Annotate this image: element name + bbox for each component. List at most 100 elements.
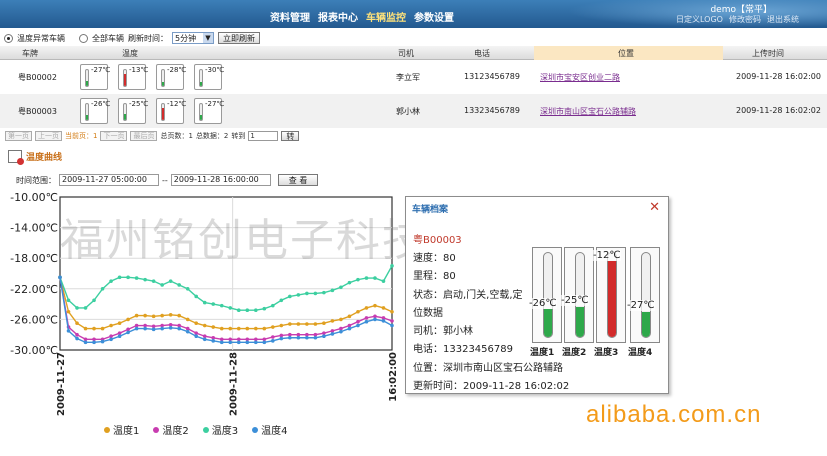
page-number-input[interactable]: 1 (248, 131, 279, 141)
data-point (313, 291, 318, 296)
table-row[interactable]: 粤B00002 -27℃ -13℃ -28℃ -30℃ 李立军 13123456… (0, 60, 827, 94)
thermometer-label: 温度4 (628, 348, 653, 358)
thermometer-label: 温度1 (530, 348, 555, 358)
location-link[interactable]: 深圳市南山区宝石公路辅路 (540, 106, 636, 117)
data-point (126, 317, 130, 322)
popup-mileage: 里程：80 (413, 271, 456, 282)
data-point (168, 313, 173, 317)
filter-toolbar: 温度异常车辆 全部车辆 刷新时间： 5分钟 ▼ 立即刷新 (4, 31, 260, 45)
popup-status: 状态：启动,门关,空载,定 (413, 290, 523, 301)
thermometer-label: 温度3 (594, 348, 619, 358)
data-point (66, 309, 71, 314)
refresh-interval-select[interactable]: 5分钟 ▼ (172, 32, 214, 44)
vehicle-info-popup: 车辆档案 ✕ 粤B00003 速度：80 里程：80 状态：启动,门关,空载,定… (405, 196, 669, 394)
data-point (117, 334, 122, 339)
data-point (202, 300, 207, 305)
temp-gauge: -28℃ (156, 64, 186, 90)
thermometer: -12℃ (593, 247, 626, 343)
location-link[interactable]: 深圳市宝安区创业二路 (540, 72, 620, 83)
close-icon[interactable]: ✕ (649, 200, 660, 215)
table-row[interactable]: 粤B00003 -26℃ -25℃ -12℃ -27℃ 郭小林 13323456… (0, 94, 827, 128)
data-point (66, 329, 71, 333)
data-point (296, 332, 301, 337)
data-point (109, 334, 113, 339)
next-page-button[interactable]: 下一页 (100, 131, 128, 141)
nav-item-parameter-settings[interactable]: 参数设置 (414, 9, 454, 24)
legend-item[interactable]: 温度1 (104, 422, 139, 437)
data-point (66, 298, 71, 303)
data-point (228, 337, 233, 342)
last-page-button[interactable]: 最后页 (130, 131, 158, 141)
legend-item[interactable]: 温度3 (202, 422, 238, 437)
legend-dot-icon (153, 426, 160, 433)
user-links: 日定义LOGO 修改密码 退出系统 (676, 14, 799, 25)
data-point (381, 306, 386, 310)
data-point (92, 326, 96, 331)
data-point (194, 334, 199, 339)
start-time-input[interactable]: 2009-11-27 05:00:00 (59, 174, 159, 186)
data-point (288, 294, 292, 299)
popup-location: 位置：深圳市南山区宝石公路辅路 (413, 363, 563, 374)
temp-gauge: -27℃ (80, 64, 110, 90)
temp-gauge: -12℃ (156, 98, 186, 124)
data-point (109, 337, 113, 342)
custom-logo-link[interactable]: 日定义LOGO (676, 14, 723, 25)
data-point (313, 322, 318, 326)
data-point (177, 326, 181, 331)
data-point (236, 308, 241, 313)
plate-cell: 粤B00002 (18, 73, 57, 82)
legend-item[interactable]: 温度4 (252, 422, 288, 437)
data-point (262, 337, 267, 342)
data-point (279, 323, 284, 328)
end-time-input[interactable]: 2009-11-28 16:00:00 (170, 174, 271, 186)
go-page-button[interactable]: 转 (281, 131, 300, 141)
data-point (109, 279, 113, 283)
data-point (245, 326, 250, 331)
data-point (236, 337, 241, 342)
thermometer: -25℃ (561, 247, 594, 343)
logout-link[interactable]: 退出系统 (767, 14, 799, 25)
driver-cell: 李立军 (396, 73, 420, 82)
data-point (271, 325, 275, 329)
temp-gauge: -26℃ (80, 98, 110, 124)
data-point (168, 326, 173, 330)
data-point (339, 285, 343, 290)
legend-label: 温度4 (261, 426, 288, 437)
change-password-link[interactable]: 修改密码 (729, 14, 761, 25)
data-point (296, 322, 301, 326)
data-point (160, 326, 164, 331)
nav-item-vehicle-monitor[interactable]: 车辆监控 (366, 9, 406, 24)
data-point (356, 323, 360, 328)
popup-phone: 电话：13323456789 (413, 344, 513, 355)
data-point (236, 340, 241, 345)
x-tick-label: 2009-11-28 (229, 352, 240, 416)
data-point (117, 275, 122, 280)
data-point (177, 323, 181, 328)
data-point (279, 298, 284, 303)
thermometer-value: -12℃ (593, 250, 621, 261)
data-point (219, 340, 224, 345)
nav-item-report-center[interactable]: 报表中心 (318, 9, 358, 24)
radio-abnormal-vehicles[interactable] (4, 33, 13, 43)
radio-all-vehicles[interactable] (79, 33, 88, 43)
query-button[interactable]: 查 看 (277, 174, 319, 186)
data-point (390, 309, 394, 314)
data-point (271, 339, 275, 343)
nav-item-data-management[interactable]: 资料管理 (270, 9, 310, 24)
y-tick-label: -10.00℃ (10, 191, 58, 204)
refresh-now-button[interactable]: 立即刷新 (218, 32, 260, 44)
data-point (390, 264, 394, 268)
data-point (92, 298, 96, 303)
prev-page-button[interactable]: 上一页 (35, 131, 62, 141)
data-point (245, 337, 250, 342)
data-point (339, 329, 343, 334)
first-page-button[interactable]: 第一页 (5, 131, 32, 141)
y-tick-label: -30.00℃ (10, 344, 58, 357)
data-point (126, 275, 130, 280)
phone-cell: 13123456789 (464, 72, 520, 81)
legend-item[interactable]: 温度2 (153, 422, 189, 437)
data-point (202, 337, 207, 342)
data-point (83, 337, 88, 342)
plot-area (59, 196, 393, 351)
data-point (279, 336, 284, 341)
